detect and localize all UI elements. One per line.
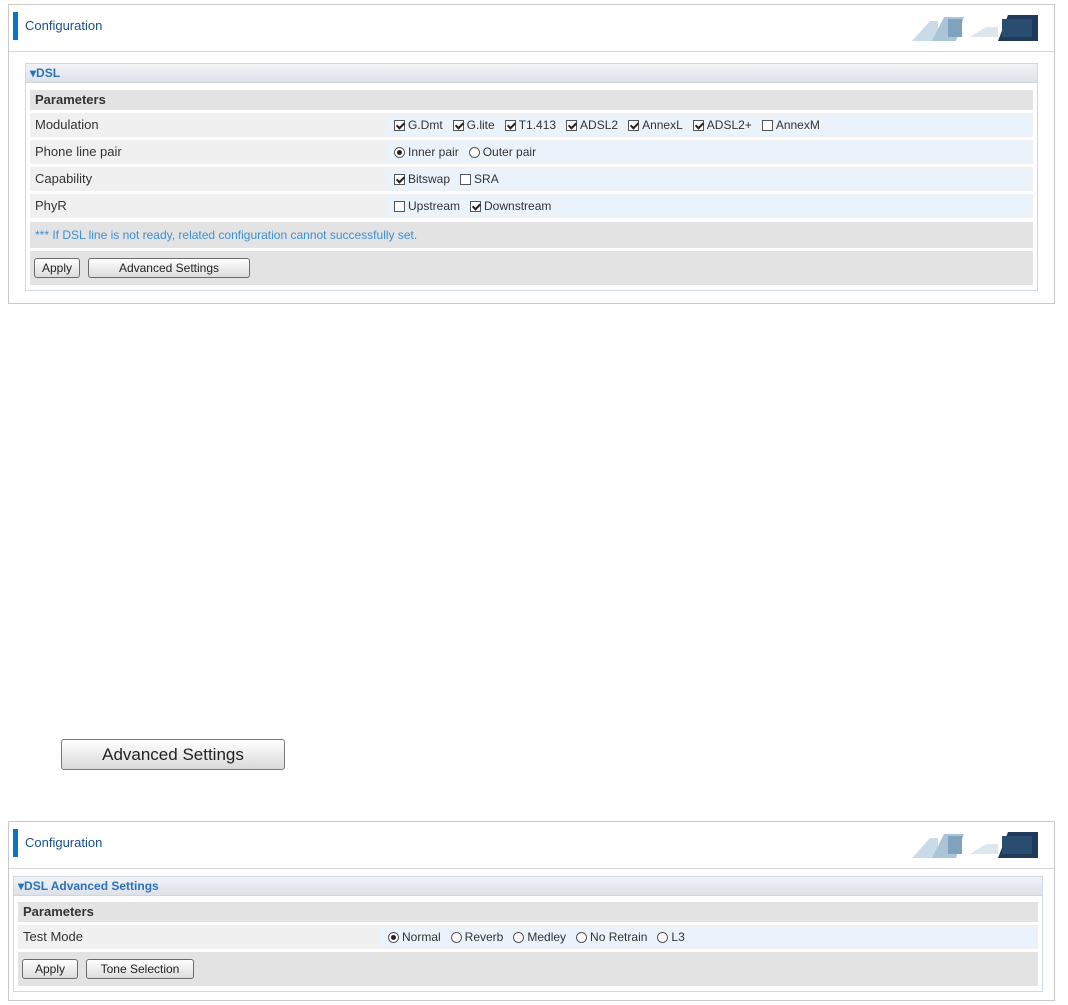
option-label[interactable]: Upstream [408, 199, 460, 213]
radio-l3[interactable]: L3 [657, 930, 685, 944]
radio-inner-pair[interactable]: Inner pair [394, 145, 459, 159]
phone-line-pair-options: Inner pair Outer pair [386, 142, 1031, 162]
checkbox-upstream[interactable]: Upstream [394, 199, 460, 213]
header-decoration-image [912, 832, 1038, 858]
option-label[interactable]: G.Dmt [408, 118, 443, 132]
checkbox-box[interactable] [394, 119, 405, 131]
checkbox-g-dmt[interactable]: G.Dmt [394, 118, 443, 132]
option-label[interactable]: Normal [402, 930, 441, 944]
option-label[interactable]: Outer pair [483, 145, 536, 159]
row-modulation: Modulation G.Dmt G.lite T1.413 ADSL2 AnnexL A… [30, 113, 1033, 137]
radio-dot[interactable] [450, 931, 462, 943]
checkbox-downstream[interactable]: Downstream [470, 199, 551, 213]
phyr-options: Upstream Downstream [386, 196, 1031, 216]
radio-dot[interactable] [657, 931, 669, 943]
button-bar: Apply Advanced Settings [30, 251, 1033, 285]
dsl-advanced-section: ▾DSL Advanced Settings Parameters Test M… [13, 876, 1043, 992]
checkbox-box[interactable] [470, 200, 482, 212]
capability-options: Bitswap SRA [386, 169, 1031, 189]
checkbox-t1-413[interactable]: T1.413 [504, 118, 556, 132]
header-decoration-image [912, 15, 1038, 41]
radio-reverb[interactable]: Reverb [450, 930, 504, 944]
phyr-label: PhyR [35, 198, 67, 213]
option-label[interactable]: G.lite [467, 118, 495, 132]
config-panel-dsl-advanced: Configuration ▾DSL Advanced Settings Par… [8, 821, 1055, 1001]
option-label[interactable]: ADSL2+ [707, 118, 752, 132]
checkbox-bitswap[interactable]: Bitswap [394, 172, 450, 186]
dsl-section: ▾DSL Parameters Modulation G.Dmt G.lite T1… [25, 63, 1038, 291]
button-bar: Apply Tone Selection [18, 952, 1038, 986]
checkbox-adsl2[interactable]: ADSL2+ [692, 118, 752, 132]
modulation-label: Modulation [35, 117, 99, 132]
capability-label: Capability [35, 171, 93, 186]
header-accent-bar [13, 829, 18, 857]
option-label[interactable]: AnnexL [642, 118, 683, 132]
parameters-header: Parameters [30, 90, 1033, 110]
header-title: Configuration [25, 18, 103, 33]
modulation-options: G.Dmt G.lite T1.413 ADSL2 AnnexL ADSL2+ AnnexM [386, 115, 1031, 135]
radio-dot[interactable] [388, 931, 399, 943]
option-label[interactable]: Bitswap [408, 172, 450, 186]
parameters-header: Parameters [18, 902, 1038, 922]
checkbox-g-lite[interactable]: G.lite [452, 118, 495, 132]
checkbox-annexl[interactable]: AnnexL [628, 118, 683, 132]
apply-button[interactable]: Apply [22, 959, 78, 979]
radio-dot[interactable] [513, 931, 525, 943]
tone-selection-button[interactable]: Tone Selection [86, 959, 194, 979]
option-label[interactable]: ADSL2 [580, 118, 618, 132]
option-label[interactable]: SRA [474, 172, 499, 186]
option-label[interactable]: L3 [671, 930, 684, 944]
test-mode-label: Test Mode [23, 929, 83, 944]
dsl-warning-note: *** If DSL line is not ready, related co… [30, 222, 1033, 248]
option-label[interactable]: Downstream [484, 199, 551, 213]
option-label[interactable]: Inner pair [408, 145, 459, 159]
checkbox-box[interactable] [394, 200, 405, 212]
radio-medley[interactable]: Medley [513, 930, 566, 944]
advanced-settings-button[interactable]: Advanced Settings [88, 258, 250, 278]
radio-outer-pair[interactable]: Outer pair [468, 145, 536, 159]
radio-normal[interactable]: Normal [388, 930, 441, 944]
apply-button[interactable]: Apply [34, 258, 80, 278]
checkbox-box[interactable] [628, 119, 640, 131]
checkbox-box[interactable] [761, 119, 773, 131]
header-accent-bar [13, 12, 18, 40]
radio-dot[interactable] [576, 931, 588, 943]
section-title-dsl[interactable]: ▾DSL [26, 64, 1037, 83]
section-title-dsl-advanced[interactable]: ▾DSL Advanced Settings [14, 877, 1042, 896]
radio-dot[interactable] [468, 146, 480, 158]
checkbox-adsl2[interactable]: ADSL2 [566, 118, 618, 132]
option-label[interactable]: T1.413 [519, 118, 556, 132]
config-panel-dsl: Configuration ▾DSL Parameters Modulation… [8, 4, 1055, 304]
checkbox-sra[interactable]: SRA [460, 172, 499, 186]
row-test-mode: Test Mode Normal Reverb Medley No Retrain L3 [18, 925, 1038, 949]
phone-line-pair-label: Phone line pair [35, 144, 122, 159]
header-title: Configuration [25, 835, 103, 850]
checkbox-box[interactable] [452, 119, 464, 131]
advanced-settings-button-large[interactable]: Advanced Settings [61, 739, 285, 770]
row-phone-line-pair: Phone line pair Inner pair Outer pair [30, 140, 1033, 164]
checkbox-box[interactable] [504, 119, 516, 131]
option-label[interactable]: Reverb [465, 930, 504, 944]
checkbox-annexm[interactable]: AnnexM [761, 118, 820, 132]
checkbox-box[interactable] [692, 119, 704, 131]
radio-dot[interactable] [394, 146, 405, 158]
checkbox-box[interactable] [460, 173, 472, 185]
panel-header: Configuration [9, 822, 1054, 869]
row-capability: Capability Bitswap SRA [30, 167, 1033, 191]
row-phyr: PhyR Upstream Downstream [30, 194, 1033, 218]
option-label[interactable]: Medley [527, 930, 566, 944]
radio-no-retrain[interactable]: No Retrain [576, 930, 647, 944]
checkbox-box[interactable] [566, 119, 578, 131]
option-label[interactable]: No Retrain [590, 930, 647, 944]
checkbox-box[interactable] [394, 173, 405, 185]
panel-header: Configuration [9, 5, 1054, 52]
option-label[interactable]: AnnexM [776, 118, 820, 132]
test-mode-options: Normal Reverb Medley No Retrain L3 [380, 927, 1036, 947]
